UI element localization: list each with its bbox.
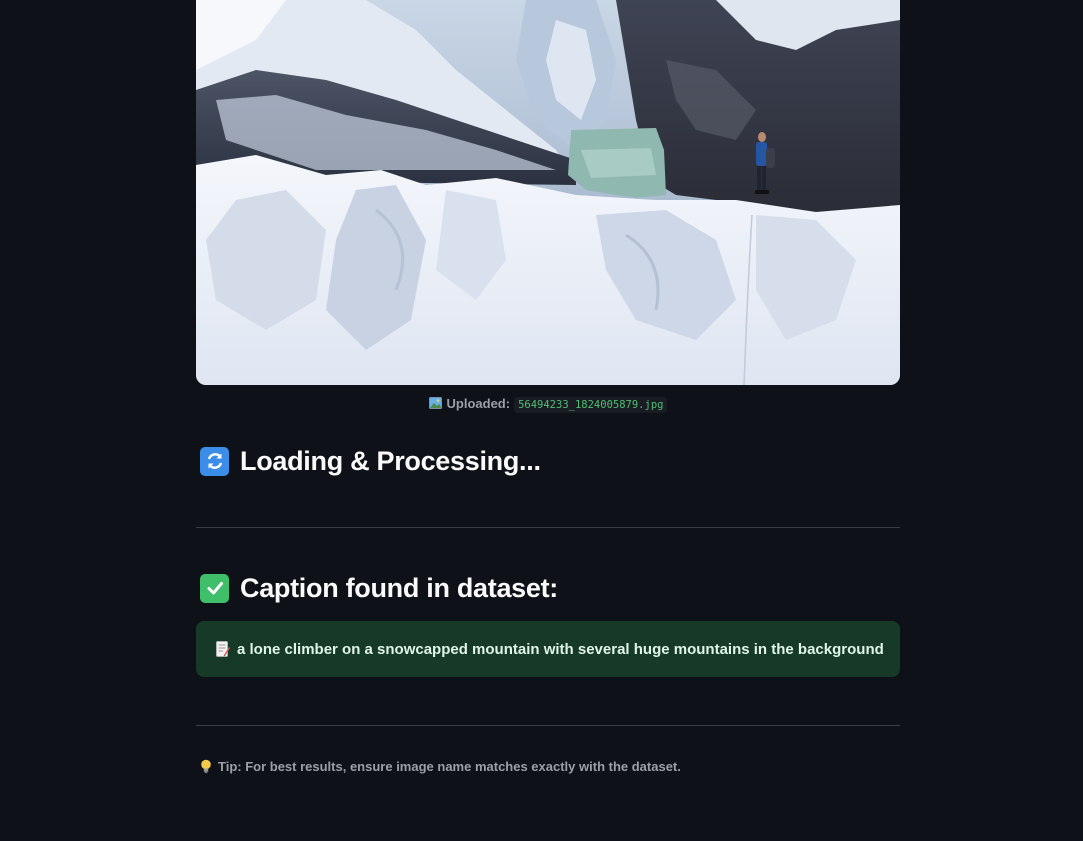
upload-caption: Uploaded: 56494233_1824005879.jpg	[196, 395, 900, 414]
loading-title: Loading & Processing...	[240, 445, 541, 476]
result-heading: Caption found in dataset:	[200, 572, 558, 604]
upload-filename: 56494233_1824005879.jpg	[514, 397, 668, 413]
uploaded-image	[196, 0, 900, 385]
tip-text: Tip: For best results, ensure image name…	[200, 759, 681, 774]
memo-icon	[216, 641, 230, 657]
tip-message: Tip: For best results, ensure image name…	[218, 759, 681, 774]
result-title: Caption found in dataset:	[240, 572, 558, 603]
caption-text: a lone climber on a snowcapped mountain …	[237, 640, 884, 658]
main-column: Uploaded: 56494233_1824005879.jpg Loading…	[196, 0, 900, 774]
refresh-icon	[200, 446, 229, 476]
divider	[196, 725, 900, 726]
lightbulb-icon	[200, 759, 212, 774]
check-icon	[200, 573, 229, 603]
caption-success-box: a lone climber on a snowcapped mountain …	[196, 621, 900, 677]
loading-heading: Loading & Processing...	[200, 445, 541, 477]
picture-icon	[428, 396, 442, 409]
app-page: Uploaded: 56494233_1824005879.jpg Loading…	[0, 0, 1083, 841]
upload-label: Uploaded:	[446, 396, 511, 411]
divider	[196, 527, 900, 528]
